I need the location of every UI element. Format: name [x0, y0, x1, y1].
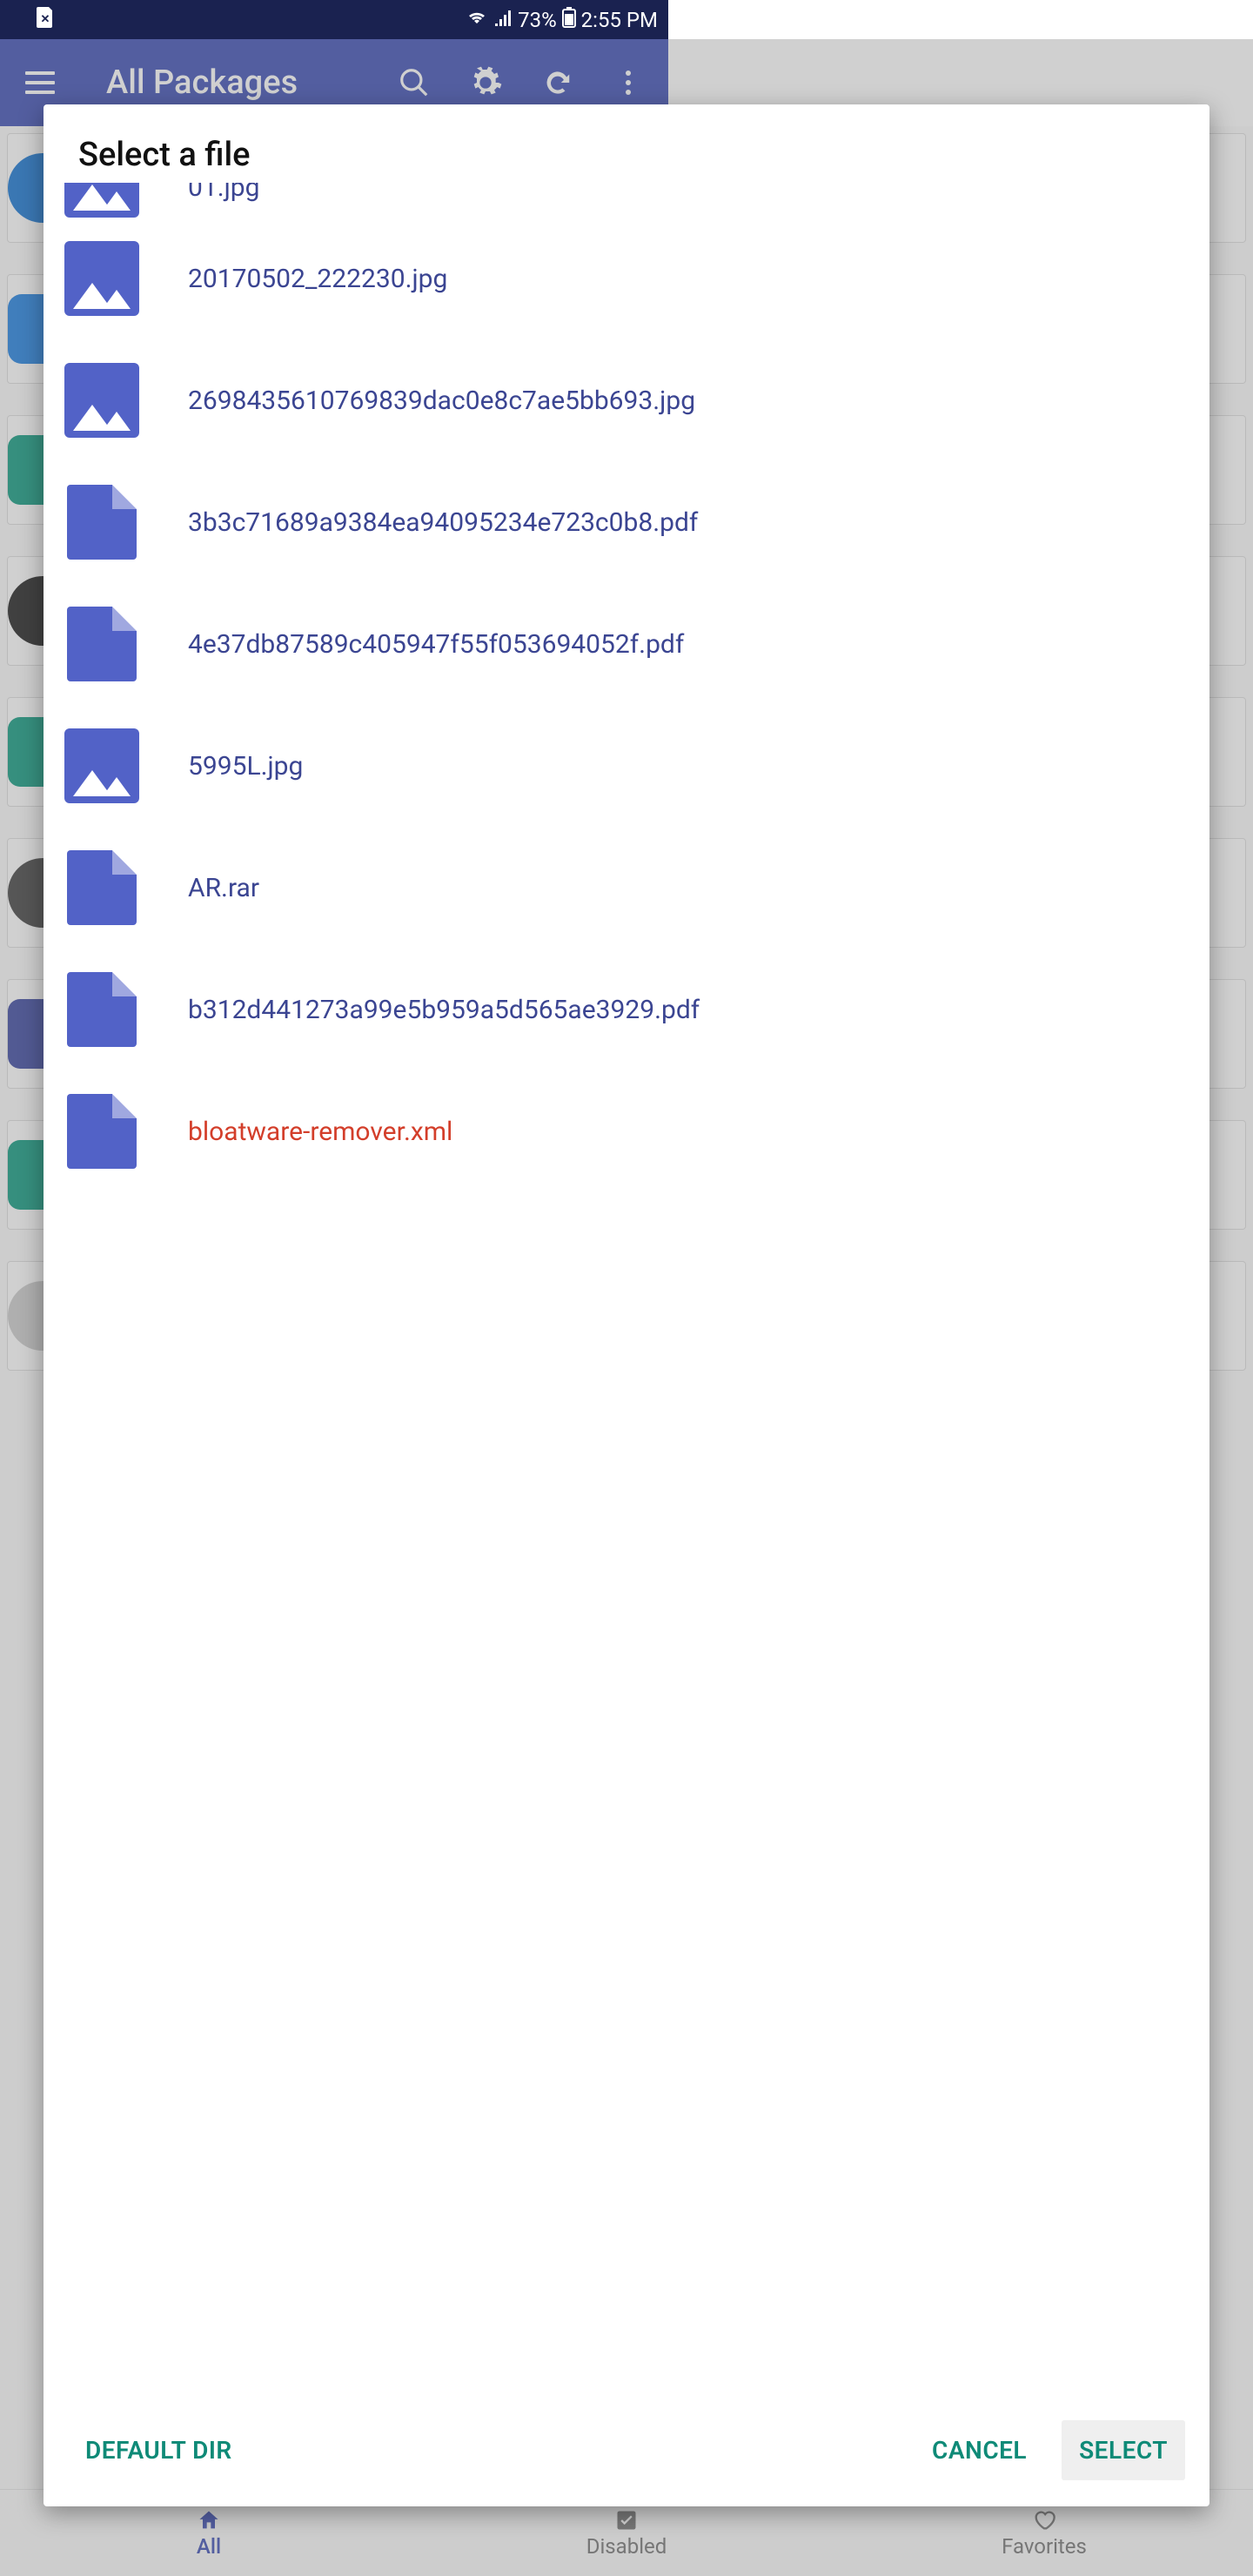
status-right: 73% 2:55 PM	[466, 7, 658, 33]
file-row[interactable]: b312d441273a99e5b959a5d565ae3929.pdf	[64, 949, 1209, 1070]
wifi-icon	[466, 8, 488, 32]
file-icon	[64, 1094, 139, 1169]
image-icon	[64, 363, 139, 438]
image-icon	[64, 241, 139, 316]
file-icon	[64, 850, 139, 925]
file-row[interactable]: 3b3c71689a9384ea94095234e723c0b8.pdf	[64, 461, 1209, 583]
file-icon	[64, 485, 139, 560]
file-name: 5995L.jpg	[188, 749, 320, 783]
dialog-title: Select a file	[44, 104, 1209, 183]
file-picker-dialog: Select a file 01.jpg 20170502_222230.jpg 2…	[44, 104, 1209, 2506]
file-icon	[64, 972, 139, 1047]
file-icon	[64, 607, 139, 681]
select-button[interactable]: SELECT	[1062, 2420, 1185, 2480]
file-row[interactable]: 2698435610769839dac0e8c7ae5bb693.jpg	[64, 339, 1209, 461]
image-icon	[64, 728, 139, 803]
clock-text: 2:55 PM	[581, 8, 658, 32]
file-row[interactable]: AR.rar	[64, 827, 1209, 949]
file-name: 4e37db87589c405947f55f053694052f.pdf	[188, 627, 701, 661]
file-row[interactable]: 01.jpg	[64, 183, 1209, 218]
dialog-actions: DEFAULT DIR CANCEL SELECT	[44, 2403, 1209, 2506]
battery-icon	[562, 7, 576, 33]
status-bar: ✕ 73% 2:55 PM	[0, 0, 668, 39]
default-dir-button[interactable]: DEFAULT DIR	[68, 2420, 250, 2480]
status-left: ✕	[10, 7, 54, 33]
file-name: 20170502_222230.jpg	[188, 262, 465, 296]
file-name: bloatware-remover.xml	[188, 1115, 470, 1149]
file-name: b312d441273a99e5b959a5d565ae3929.pdf	[188, 993, 717, 1027]
file-name: AR.rar	[188, 871, 277, 905]
file-list[interactable]: 01.jpg 20170502_222230.jpg 269843561076983…	[44, 183, 1209, 2403]
file-row[interactable]: 5995L.jpg	[64, 705, 1209, 827]
signal-icon	[493, 8, 513, 32]
image-icon	[64, 183, 139, 218]
file-name: 3b3c71689a9384ea94095234e723c0b8.pdf	[188, 506, 715, 540]
file-row[interactable]: 4e37db87589c405947f55f053694052f.pdf	[64, 583, 1209, 705]
svg-text:✕: ✕	[41, 13, 50, 26]
sim-icon: ✕	[37, 7, 54, 33]
battery-text: 73%	[518, 8, 557, 32]
file-name: 01.jpg	[188, 183, 278, 205]
file-name: 2698435610769839dac0e8c7ae5bb693.jpg	[188, 384, 713, 418]
file-row[interactable]: bloatware-remover.xml	[64, 1070, 1209, 1192]
file-row[interactable]: 20170502_222230.jpg	[64, 218, 1209, 339]
cancel-button[interactable]: CANCEL	[915, 2420, 1044, 2480]
